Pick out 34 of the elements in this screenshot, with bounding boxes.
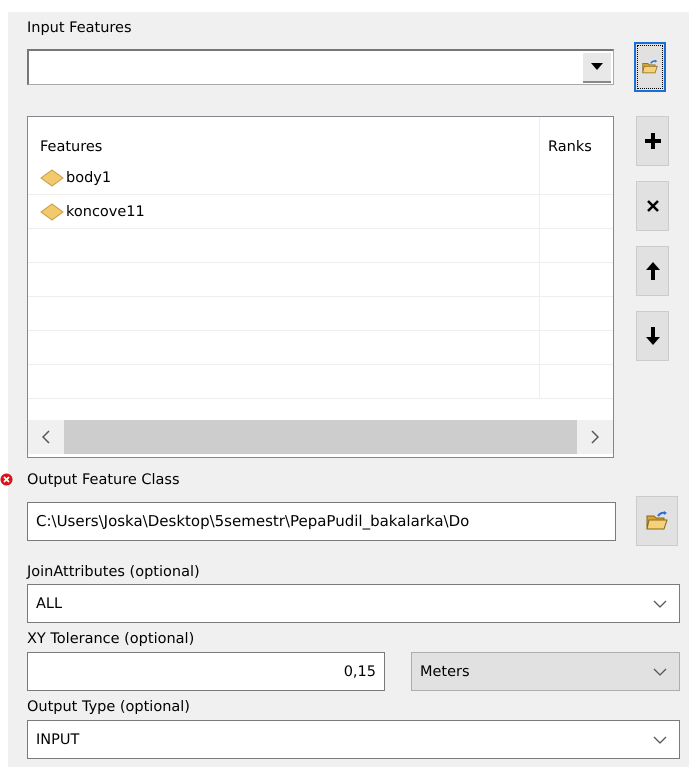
- arrow-up-icon: [646, 262, 660, 280]
- polygon-layer-icon: [40, 168, 64, 186]
- column-header[interactable]: Ranks: [548, 139, 592, 155]
- chevron-left-icon: [42, 430, 50, 444]
- plus-icon: [644, 133, 660, 149]
- field-label: Input Features: [27, 19, 132, 38]
- feature-name[interactable]: body1: [66, 170, 112, 186]
- chevron-down-icon: [653, 736, 667, 744]
- up-button[interactable]: [636, 246, 669, 296]
- field-label: Output Feature Class: [27, 471, 180, 490]
- field-label: JoinAttributes (optional): [27, 563, 200, 582]
- chevron-down-icon: [653, 668, 667, 676]
- input-features-dropdown[interactable]: [27, 49, 614, 85]
- column-header[interactable]: Features: [40, 139, 102, 155]
- down-button[interactable]: [636, 311, 669, 361]
- output-path-field[interactable]: C:\Users\Joska\Desktop\5semestr\PepaPudil_bakalarka\Do: [27, 502, 616, 540]
- output-type-dropdown[interactable]: INPUT: [27, 720, 680, 759]
- folder-icon: [646, 511, 668, 531]
- browse-button[interactable]: [634, 42, 666, 92]
- add-button[interactable]: [636, 116, 669, 166]
- dropdown-arrow-icon: [591, 63, 603, 70]
- chevron-right-icon: [591, 430, 599, 444]
- close-icon: [646, 200, 658, 212]
- remove-button[interactable]: [636, 181, 669, 231]
- units-dropdown[interactable]: Meters: [411, 652, 680, 691]
- arrow-down-icon: [646, 327, 660, 345]
- horizontal-scrollbar[interactable]: [28, 420, 613, 454]
- join-attributes-dropdown[interactable]: ALL: [27, 584, 680, 623]
- chevron-down-icon: [653, 600, 667, 608]
- tolerance-field[interactable]: 0,15: [27, 652, 385, 691]
- polygon-layer-icon: [40, 202, 64, 220]
- field-label: Output Type (optional): [27, 698, 190, 717]
- feature-name[interactable]: koncove11: [66, 204, 145, 220]
- field-label: XY Tolerance (optional): [27, 630, 194, 649]
